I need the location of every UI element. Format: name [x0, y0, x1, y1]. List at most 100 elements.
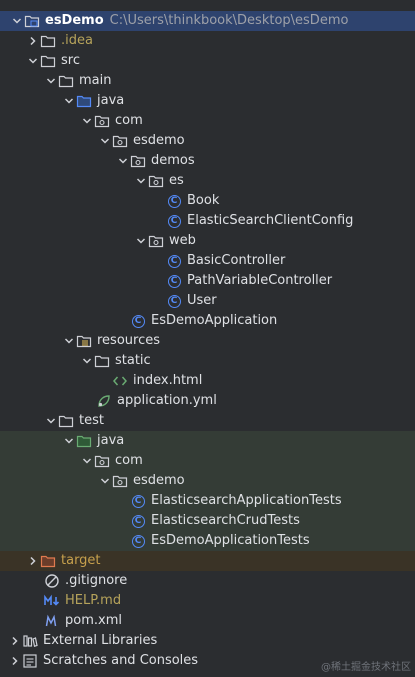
chevron-down-icon[interactable] [98, 471, 112, 491]
tree-row-es[interactable]: es [0, 171, 415, 191]
tree-label-book: Book [187, 193, 220, 208]
class-icon: C [166, 293, 182, 309]
tree-label-pom-xml: pom.xml [65, 613, 122, 628]
tree-row-src[interactable]: src [0, 51, 415, 71]
tree-row-resources[interactable]: resources [0, 331, 415, 351]
tree-label-main: main [79, 73, 112, 88]
chevron-down-icon[interactable] [98, 131, 112, 151]
project-folder-icon [24, 13, 40, 29]
chevron-down-icon[interactable] [134, 231, 148, 251]
tree-label-test: test [79, 413, 104, 428]
tree-label-scratches: Scratches and Consoles [43, 653, 199, 668]
chevron-down-icon[interactable] [80, 451, 94, 471]
tree-row-application-yml[interactable]: application.yml [0, 391, 415, 411]
tree-row-main[interactable]: main [0, 71, 415, 91]
tree-label-path-variable-controller: PathVariableController [187, 273, 333, 288]
tree-label-test-com: com [115, 453, 143, 468]
tree-row-pom-xml[interactable]: pom.xml [0, 611, 415, 631]
tree-label-src: src [61, 53, 80, 68]
chevron-down-icon[interactable] [62, 91, 76, 111]
tree-label-web: web [169, 233, 196, 248]
class-icon: C [166, 193, 182, 209]
package-icon [94, 113, 110, 129]
tree-label-external-libraries: External Libraries [43, 633, 158, 648]
tree-label-esdemo-app-tests: EsDemoApplicationTests [151, 533, 310, 548]
chevron-down-icon[interactable] [26, 51, 40, 71]
tree-row-esdemo-app-tests[interactable]: C EsDemoApplicationTests [0, 531, 415, 551]
tree-row-es-crud-tests[interactable]: C ElasticsearchCrudTests [0, 511, 415, 531]
tree-row-esdemo-application[interactable]: C EsDemoApplication [0, 311, 415, 331]
tree-row-path-variable-controller[interactable]: C PathVariableController [0, 271, 415, 291]
project-name: esDemo [45, 13, 104, 28]
tree-label-test-java: java [97, 433, 125, 448]
tree-row-user[interactable]: C User [0, 291, 415, 311]
library-icon [22, 633, 38, 649]
folder-icon [94, 353, 110, 369]
chevron-down-icon[interactable] [62, 331, 76, 351]
chevron-right-icon[interactable] [26, 31, 40, 51]
tree-label-basic-controller: BasicController [187, 253, 286, 268]
package-icon [112, 133, 128, 149]
markdown-file-icon [44, 593, 60, 609]
tree-row-test[interactable]: test [0, 411, 415, 431]
tree-row-demos[interactable]: demos [0, 151, 415, 171]
package-icon [130, 153, 146, 169]
watermark: @稀土掘金技术社区 [321, 662, 411, 673]
tree-row-book[interactable]: C Book [0, 191, 415, 211]
tree-row-gitignore[interactable]: .gitignore [0, 571, 415, 591]
chevron-right-icon[interactable] [8, 651, 22, 671]
tree-label-resources: resources [97, 333, 161, 348]
chevron-down-icon[interactable] [80, 111, 94, 131]
tree-row-es-app-tests[interactable]: C ElasticsearchApplicationTests [0, 491, 415, 511]
class-icon: C [130, 513, 146, 529]
tree-label-java: java [97, 93, 125, 108]
yaml-file-icon [96, 393, 112, 409]
class-icon: C [166, 253, 182, 269]
tree-row-com-test[interactable]: com [0, 451, 415, 471]
tree-label-help-md: HELP.md [65, 593, 122, 608]
tree-row-es-client-config[interactable]: C ElasticSearchClientConfig [0, 211, 415, 231]
chevron-down-icon[interactable] [44, 411, 58, 431]
tree-label-es: es [169, 173, 184, 188]
source-folder-icon [76, 93, 92, 109]
tree-label-static: static [115, 353, 151, 368]
tree-row-target[interactable]: target [0, 551, 415, 571]
tree-row-idea[interactable]: .idea [0, 31, 415, 51]
chevron-down-icon[interactable] [62, 431, 76, 451]
tree-row-static[interactable]: static [0, 351, 415, 371]
folder-icon [58, 413, 74, 429]
tree-row-help-md[interactable]: HELP.md [0, 591, 415, 611]
tree-label-esdemo: esdemo [133, 133, 185, 148]
chevron-down-icon[interactable] [134, 171, 148, 191]
tree-label-gitignore: .gitignore [65, 573, 128, 588]
tree-row-web[interactable]: web [0, 231, 415, 251]
chevron-down-icon[interactable] [116, 151, 130, 171]
package-icon [112, 473, 128, 489]
tree-row-java-test[interactable]: java [0, 431, 415, 451]
tree-row-index-html[interactable]: index.html [0, 371, 415, 391]
tree-row-basic-controller[interactable]: C BasicController [0, 251, 415, 271]
maven-file-icon [44, 613, 60, 629]
class-icon: C [130, 533, 146, 549]
tree-row-esdemo-package[interactable]: esdemo [0, 131, 415, 151]
scratches-icon [22, 653, 38, 669]
spring-class-icon: C [130, 313, 146, 329]
tree-label-application-yml: application.yml [117, 393, 217, 408]
tree-label-com: com [115, 113, 143, 128]
test-folder-icon [76, 433, 92, 449]
chevron-right-icon[interactable] [8, 631, 22, 651]
chevron-down-icon[interactable] [10, 11, 24, 31]
excluded-folder-icon [40, 553, 56, 569]
tree-row-java-source[interactable]: java [0, 91, 415, 111]
html-file-icon [112, 373, 128, 389]
ignore-file-icon [44, 573, 60, 589]
chevron-down-icon[interactable] [44, 71, 58, 91]
tree-row-esdemo-root[interactable]: esDemo C:\Users\thinkbook\Desktop\esDemo [0, 11, 415, 31]
tree-row-external-libraries[interactable]: External Libraries [0, 631, 415, 651]
tree-row-esdemo-test[interactable]: esdemo [0, 471, 415, 491]
tree-row-com[interactable]: com [0, 111, 415, 131]
class-icon: C [130, 493, 146, 509]
chevron-down-icon[interactable] [80, 351, 94, 371]
folder-icon [40, 53, 56, 69]
chevron-right-icon[interactable] [26, 551, 40, 571]
